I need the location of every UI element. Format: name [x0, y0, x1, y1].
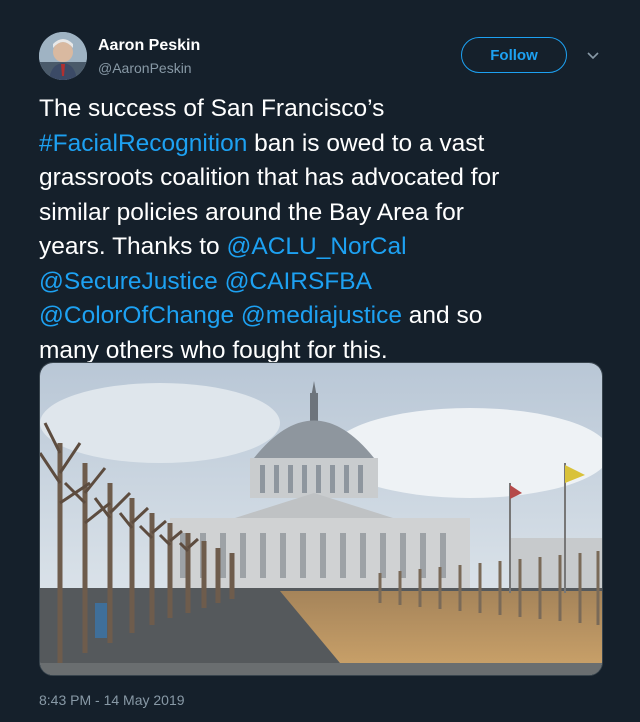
tweet-link[interactable]: @mediajustice — [241, 302, 402, 329]
chevron-down-icon[interactable] — [582, 45, 604, 67]
tweet-link[interactable]: @SecureJustice — [39, 268, 218, 295]
tweet-text-segment — [234, 302, 241, 329]
tweet-text: The success of San Francisco’s #FacialRe… — [39, 92, 614, 368]
city-hall-image — [40, 363, 602, 675]
tweet-link[interactable]: @ColorOfChange — [39, 302, 234, 329]
avatar[interactable] — [39, 32, 87, 80]
tweet-link[interactable]: #FacialRecognition — [39, 130, 247, 157]
tweet-photo[interactable] — [39, 362, 603, 676]
tweet-link[interactable]: @ACLU_NorCal — [226, 233, 406, 260]
tweet-timestamp[interactable]: 8:43 PM - 14 May 2019 — [39, 692, 185, 708]
follow-button[interactable]: Follow — [461, 37, 567, 73]
avatar-image — [39, 32, 87, 80]
author-handle[interactable]: @AaronPeskin — [98, 60, 192, 76]
tweet-text-segment — [218, 268, 225, 295]
author-name[interactable]: Aaron Peskin — [98, 37, 200, 55]
tweet-link[interactable]: @CAIRSFBA — [225, 268, 372, 295]
tweet-text-segment: The success of San Francisco’s — [39, 95, 385, 122]
